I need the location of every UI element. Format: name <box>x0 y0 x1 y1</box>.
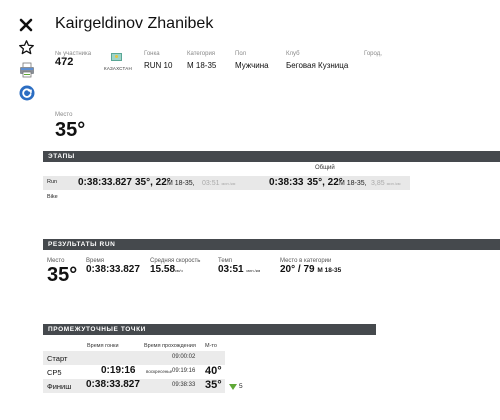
split-header-time-of-day: Время прохождения <box>144 343 196 349</box>
split-row: Старт 09:00:02 <box>43 351 225 365</box>
split-day-label: воскресенье <box>146 369 173 374</box>
stage-pace: 03:51 мин./км <box>202 180 236 187</box>
section-results-header: РЕЗУЛЬТАТЫ RUN <box>43 239 500 250</box>
favorite-star-icon[interactable] <box>18 39 35 61</box>
overall-place: 35°, 22° <box>307 177 343 188</box>
stage-name-bike: Bike <box>47 194 58 200</box>
gender-value: Мужчина <box>235 61 269 70</box>
stage-place: 35°, 22° <box>135 177 171 188</box>
split-time-of-day: 09:00:02 <box>172 354 196 360</box>
country-name: КАЗАХСТАН <box>104 66 132 71</box>
category-label: Категория <box>187 51 216 57</box>
section-stages-header: ЭТАПЫ <box>43 151 500 162</box>
split-place: 35° <box>205 379 222 391</box>
close-icon[interactable] <box>19 18 33 37</box>
refresh-icon[interactable] <box>19 85 35 106</box>
overall-time: 0:38:33 <box>269 177 304 188</box>
race-value: RUN 10 <box>144 61 173 70</box>
stage-category: M 18-35, <box>167 180 195 187</box>
split-row: CP5 0:19:16 воскресенье 09:19:16 40° <box>43 365 225 379</box>
result-speed-value: 15.58км/ч <box>150 264 183 275</box>
overall-label: Общий <box>315 165 335 171</box>
club-label: Клуб <box>286 51 300 57</box>
split-name: Старт <box>47 354 68 363</box>
city-label: Город, <box>364 51 382 57</box>
section-splits-header: ПРОМЕЖУТОЧНЫЕ ТОЧКИ <box>43 324 376 335</box>
result-time-value: 0:38:33.827 <box>86 264 140 275</box>
split-time-of-day: 09:19:16 <box>172 368 196 374</box>
race-label: Гонка <box>144 51 160 57</box>
arrow-down-icon <box>229 384 237 390</box>
stage-name: Run <box>47 179 58 185</box>
split-header-race-time: Время гонки <box>87 343 119 349</box>
gain-count: 5 <box>239 383 243 390</box>
overall-pace: 3,85 мин./км <box>371 180 401 187</box>
split-place: 40° <box>205 365 222 377</box>
club-value: Беговая Кузница <box>286 61 349 70</box>
place-label: Место <box>55 112 73 118</box>
result-catplace-value: 20° / 79 M 18-35 <box>280 264 342 275</box>
country-flag-icon <box>111 53 122 61</box>
bib-number: 472 <box>55 56 74 68</box>
result-pace-value: 03:51 мин./км <box>218 264 261 275</box>
athlete-name: Kairgeldinov Zhanibek <box>55 15 214 32</box>
result-place-value: 35° <box>47 264 78 286</box>
gender-label: Пол <box>235 51 247 57</box>
split-race-time: 0:38:33.827 <box>86 379 140 390</box>
print-icon[interactable] <box>19 62 35 83</box>
place-value: 35° <box>55 119 86 141</box>
position-gain: 5 <box>229 383 249 393</box>
split-time-of-day: 09:38:33 <box>172 382 196 388</box>
stage-row-run: Run 0:38:33.827 35°, 22° M 18-35, 03:51 … <box>43 176 410 190</box>
split-name: Финиш <box>47 382 72 391</box>
split-race-time: 0:19:16 <box>101 365 136 376</box>
split-row: Финиш 0:38:33.827 09:38:33 35° <box>43 379 225 393</box>
stage-time: 0:38:33.827 <box>78 177 132 188</box>
split-header-place: М-то <box>205 343 217 349</box>
split-name: CP5 <box>47 368 62 377</box>
overall-category: M 18-35, <box>339 180 367 187</box>
category-value: M 18-35 <box>187 61 217 70</box>
